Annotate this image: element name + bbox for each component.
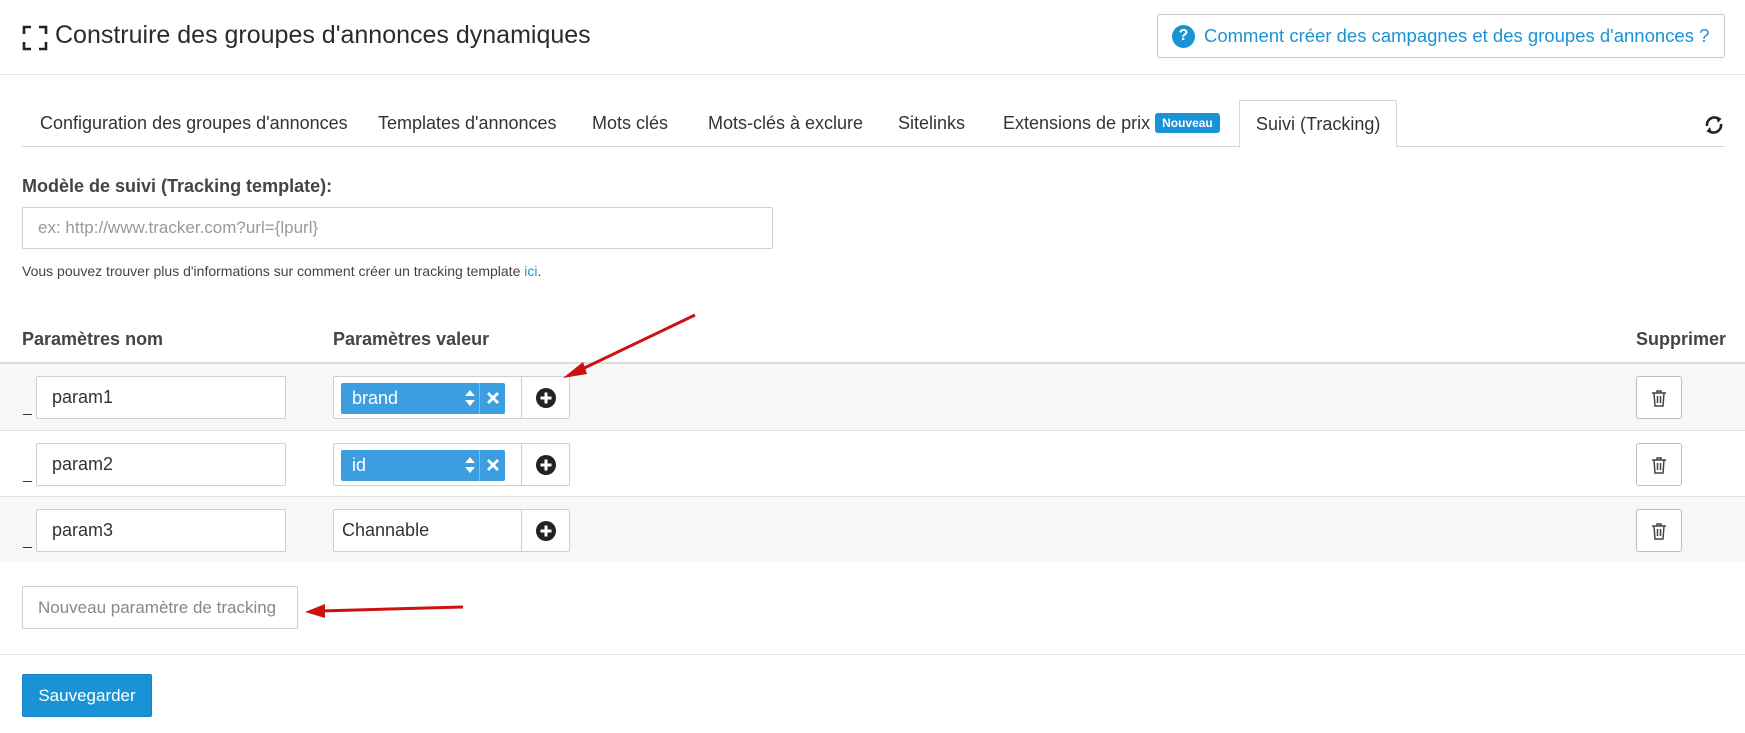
tracking-help-end: .	[537, 263, 542, 279]
param-value-field[interactable]: brand	[333, 376, 522, 419]
new-badge: Nouveau	[1155, 113, 1220, 133]
drag-handle[interactable]: _	[23, 532, 32, 550]
tab-label: Sitelinks	[898, 113, 966, 133]
value-chip[interactable]: brand	[341, 383, 505, 414]
tab-label: Mots-clés à exclure	[708, 113, 864, 133]
tracking-help-sentence: Vous pouvez trouver plus d'informations …	[22, 263, 525, 279]
sort-arrows-icon[interactable]	[464, 388, 476, 408]
add-value-button[interactable]	[521, 443, 570, 486]
trash-icon	[1652, 456, 1666, 474]
page-header: Construire des groupes d'annonces dynami…	[0, 0, 1745, 75]
tracking-template-label: Modèle de suivi (Tracking template):	[22, 176, 333, 196]
footer-divider	[0, 654, 1745, 655]
tab-negative-keywords[interactable]: Mots-clés à exclure	[708, 100, 863, 147]
new-tracking-param-input[interactable]	[22, 586, 298, 629]
param-name-input[interactable]	[36, 509, 286, 552]
drag-handle[interactable]: _	[23, 399, 32, 417]
param-value-text: Channable	[342, 520, 430, 540]
tab-ad-templates[interactable]: Templates d'annonces	[378, 100, 557, 147]
tab-price-extensions[interactable]: Extensions de prix Nouveau	[1003, 100, 1220, 147]
drag-handle[interactable]: _	[23, 466, 32, 484]
tab-tracking[interactable]: Suivi (Tracking)	[1239, 100, 1398, 148]
tab-adgroup-config[interactable]: Configuration des groupes d'annonces	[40, 100, 348, 147]
refresh-icon[interactable]	[1703, 114, 1725, 136]
trash-icon	[1652, 389, 1666, 407]
chip-divider	[479, 383, 480, 414]
column-header-name: Paramètres nom	[22, 329, 164, 349]
plus-circle-icon	[535, 454, 556, 475]
tab-label: Extensions de prix	[1003, 113, 1151, 133]
param-name-input[interactable]	[36, 376, 286, 419]
annotation-arrow-head	[305, 604, 325, 618]
chip-divider	[479, 450, 480, 481]
tab-keywords[interactable]: Mots clés	[592, 100, 668, 147]
delete-row-button[interactable]	[1636, 376, 1682, 419]
trash-icon	[1652, 522, 1666, 540]
tab-sitelinks[interactable]: Sitelinks	[898, 100, 965, 147]
plus-circle-icon	[535, 520, 556, 541]
chip-label: brand	[352, 388, 399, 408]
remove-chip-icon[interactable]	[486, 391, 500, 405]
tracking-template-input[interactable]	[22, 207, 773, 249]
delete-row-button[interactable]	[1636, 443, 1682, 486]
help-button[interactable]: ? Comment créer des campagnes et des gro…	[1157, 14, 1725, 58]
annotation-arrow-line	[319, 605, 464, 613]
column-header-value: Paramètres valeur	[333, 329, 490, 349]
help-button-label: Comment créer des campagnes et des group…	[1204, 25, 1710, 46]
tracking-help-link[interactable]: ici	[524, 263, 537, 279]
param-name-input[interactable]	[36, 443, 286, 486]
param-value-field[interactable]: id	[333, 443, 522, 486]
tracking-help-text: Vous pouvez trouver plus d'informations …	[22, 263, 541, 279]
tab-label: Configuration des groupes d'annonces	[40, 113, 348, 133]
page-title: Construire des groupes d'annonces dynami…	[55, 21, 591, 49]
question-circle-icon: ?	[1172, 24, 1195, 48]
plus-circle-icon	[535, 387, 556, 408]
param-value-field[interactable]: Channable	[333, 509, 522, 552]
tab-label: Suivi (Tracking)	[1256, 114, 1381, 134]
column-header-delete: Supprimer	[1636, 329, 1727, 349]
sort-arrows-icon[interactable]	[464, 455, 476, 475]
value-chip[interactable]: id	[341, 450, 505, 481]
add-value-button[interactable]	[521, 509, 570, 552]
table-row: _ id	[0, 430, 1745, 496]
remove-chip-icon[interactable]	[486, 458, 500, 472]
chip-label: id	[352, 455, 367, 475]
save-button[interactable]: Sauvegarder	[22, 674, 152, 717]
tab-label: Templates d'annonces	[378, 113, 557, 133]
tab-bar: Configuration des groupes d'annonces Tem…	[22, 100, 1725, 148]
delete-row-button[interactable]	[1636, 509, 1682, 552]
table-row: _ brand	[0, 364, 1745, 430]
expand-icon[interactable]	[22, 25, 48, 51]
table-row: _ Channable	[0, 496, 1745, 562]
tab-label: Mots clés	[592, 113, 669, 133]
add-value-button[interactable]	[521, 376, 570, 419]
